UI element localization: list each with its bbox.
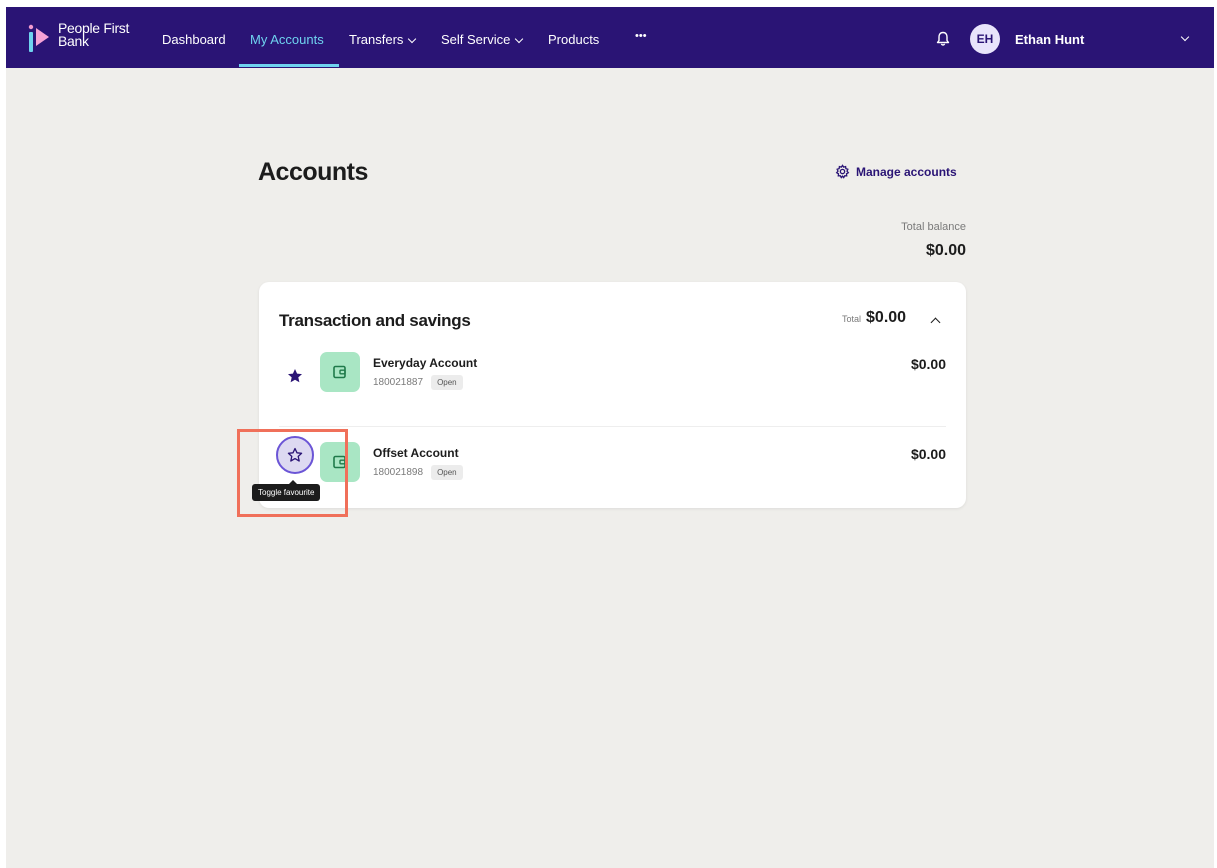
- user-name[interactable]: Ethan Hunt: [1015, 32, 1084, 47]
- group-total-label: Total: [842, 314, 862, 324]
- manage-accounts-button[interactable]: Manage accounts: [835, 164, 957, 179]
- page-title: Accounts: [258, 158, 368, 186]
- nav-self-service-label: Self Service: [441, 32, 511, 47]
- nav-dashboard[interactable]: Dashboard: [162, 32, 226, 47]
- row-divider: [279, 426, 946, 427]
- account-number: 180021887: [373, 377, 424, 388]
- gear-icon: [835, 164, 850, 179]
- wallet-glyph-icon: [333, 365, 346, 379]
- active-tab-indicator: [239, 64, 339, 67]
- account-number: 180021898: [373, 467, 424, 478]
- account-name[interactable]: Offset Account: [373, 446, 459, 460]
- manage-accounts-label: Manage accounts: [856, 164, 957, 179]
- bank-name-line2: Bank: [58, 33, 89, 49]
- account-balance: $0.00: [910, 356, 946, 372]
- account-row-offset[interactable]: Offset Account 180021898 Open $0.00: [259, 436, 966, 512]
- account-group-title: Transaction and savings: [279, 311, 471, 330]
- account-meta: 180021898 Open: [373, 465, 463, 480]
- nav-more-button[interactable]: •••: [635, 30, 647, 42]
- bank-name: People First Bank: [58, 21, 129, 49]
- bank-logo[interactable]: People First Bank: [28, 21, 158, 55]
- account-meta: 180021887 Open: [373, 375, 463, 390]
- avatar[interactable]: EH: [970, 24, 1000, 54]
- highlight-box: [237, 429, 348, 517]
- wallet-icon: [320, 352, 360, 392]
- status-badge: Open: [431, 375, 463, 390]
- account-group-card: Transaction and savings Total $0.00 Ever…: [259, 282, 966, 508]
- account-group-total: Total $0.00: [842, 309, 906, 327]
- chevron-up-icon[interactable]: [930, 317, 941, 328]
- nav-transfers[interactable]: Transfers: [349, 32, 417, 47]
- total-balance-label: Total balance: [901, 221, 966, 233]
- account-row-everyday[interactable]: Everyday Account 180021887 Open $0.00: [259, 352, 966, 422]
- nav-transfers-label: Transfers: [349, 32, 404, 47]
- nav-my-accounts[interactable]: My Accounts: [250, 32, 324, 47]
- status-badge: Open: [431, 465, 463, 480]
- account-name[interactable]: Everyday Account: [373, 356, 477, 370]
- nav-self-service[interactable]: Self Service: [441, 32, 524, 47]
- nav-products[interactable]: Products: [548, 32, 599, 47]
- total-balance-value: $0.00: [925, 242, 966, 259]
- star-filled-icon[interactable]: [287, 368, 303, 384]
- top-nav: People First Bank Dashboard My Accounts …: [6, 7, 1214, 68]
- account-balance: $0.00: [910, 446, 946, 462]
- logo-mark-icon: [28, 24, 49, 52]
- group-total-value: $0.00: [866, 309, 907, 326]
- notification-bell-icon[interactable]: [936, 31, 950, 47]
- chevron-down-icon: [515, 34, 524, 44]
- app-window: People First Bank Dashboard My Accounts …: [6, 7, 1214, 868]
- user-menu-chevron-icon[interactable]: [1180, 32, 1190, 42]
- chevron-down-icon: [408, 34, 417, 44]
